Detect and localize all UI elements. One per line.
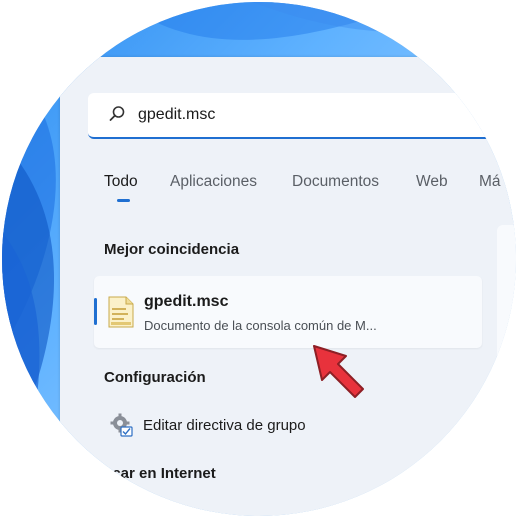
web-search-heading: scar en Internet <box>104 465 216 482</box>
settings-item-group-policy[interactable]: Editar directiva de grupo › <box>104 410 484 444</box>
search-box[interactable]: gpedit.msc <box>88 93 516 139</box>
screenshot-stage: gpedit.msc Todo Aplicaciones Documentos … <box>0 0 520 520</box>
tab-documentos[interactable]: Documentos <box>292 173 379 191</box>
file-icon <box>108 296 134 328</box>
best-match-heading: Mejor coincidencia <box>104 241 240 258</box>
circular-crop: gpedit.msc Todo Aplicaciones Documentos … <box>2 2 516 516</box>
search-panel: gpedit.msc Todo Aplicaciones Documentos … <box>60 57 516 516</box>
filter-tabs: Todo Aplicaciones Documentos Web Má <box>104 173 516 203</box>
selection-accent-bar <box>94 298 97 325</box>
pointer-arrow-icon <box>313 345 364 398</box>
settings-heading: Configuración <box>104 369 206 386</box>
gear-icon <box>110 413 133 437</box>
preview-pane <box>497 225 516 516</box>
tab-more[interactable]: Má <box>479 173 501 191</box>
chevron-right-icon: › <box>466 416 472 433</box>
search-input[interactable]: gpedit.msc <box>138 106 215 124</box>
tab-web[interactable]: Web <box>416 173 448 191</box>
active-tab-indicator <box>117 199 130 202</box>
settings-item-label: Editar directiva de grupo <box>143 417 306 434</box>
search-icon <box>109 106 125 121</box>
best-match-title: gpedit.msc <box>144 293 229 310</box>
tab-todo[interactable]: Todo <box>104 173 138 191</box>
best-match-result[interactable]: gpedit.msc Documento de la consola común… <box>94 276 482 348</box>
tab-aplicaciones[interactable]: Aplicaciones <box>170 173 257 191</box>
best-match-subtitle: Documento de la consola común de M... <box>144 318 377 333</box>
